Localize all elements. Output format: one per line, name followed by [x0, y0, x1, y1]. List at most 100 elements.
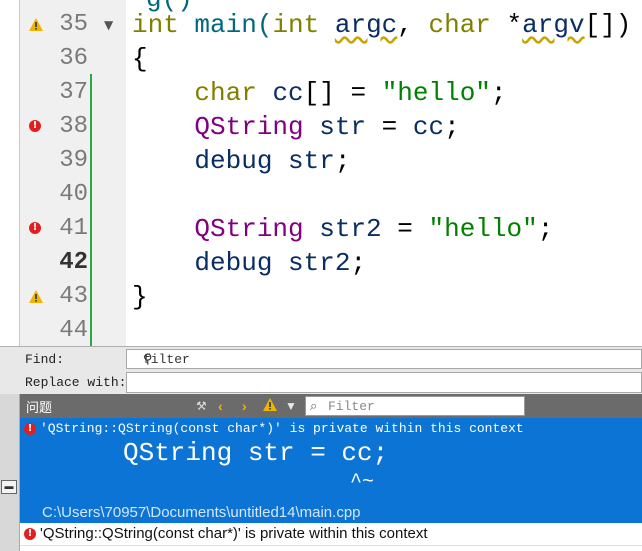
code-text[interactable]: QString str = cc;	[132, 110, 460, 144]
code-token: char	[428, 10, 491, 40]
code-text[interactable]: }	[132, 280, 148, 314]
code-text[interactable]: {	[132, 42, 148, 76]
search-icon: ⌕	[310, 398, 318, 413]
issues-pane-title: 问题	[26, 401, 53, 416]
issue-item[interactable]: ! 'QString::QString(const char*)' is pri…	[20, 523, 642, 546]
code-token: QString	[194, 214, 304, 244]
code-token: argv	[522, 10, 585, 40]
editor-left-strip	[0, 0, 20, 346]
find-input-value: filter	[143, 352, 190, 367]
code-text[interactable]: int main(int argc, char *argv[])	[132, 8, 631, 42]
find-input[interactable]: ⚲ filter	[126, 349, 642, 369]
code-editor[interactable]: g() 35▼int main(int argc, char *argv[])3…	[0, 0, 642, 346]
line-number: 43	[59, 283, 88, 310]
warning-filter-icon[interactable]	[263, 398, 277, 414]
issues-toolbar: 问题 ⚒ ‹ › ▼ ⌕ Filter	[20, 394, 642, 418]
build-icon[interactable]: ⚒	[196, 398, 207, 414]
code-token: {	[132, 44, 148, 74]
replace-label: Replace with:	[25, 375, 127, 390]
code-token: cc	[412, 112, 445, 142]
code-line[interactable]: 35 ▼ int main(int argc, char *argv[])	[20, 8, 642, 42]
code-line[interactable]: 40	[20, 178, 642, 212]
line-number: 37	[59, 79, 88, 106]
code-token: [] =	[303, 78, 382, 108]
code-token: "hello"	[428, 214, 538, 244]
prev-icon[interactable]: ‹	[218, 398, 223, 414]
next-icon[interactable]: ›	[242, 398, 247, 414]
code-token: ,	[397, 10, 429, 40]
fold-arrow-icon[interactable]: ▼	[104, 8, 113, 42]
code-text[interactable]: debug str2;	[132, 246, 366, 280]
replace-input[interactable]	[126, 372, 642, 393]
code-token: =	[366, 112, 413, 142]
code-text[interactable]: QString str2 = "hello";	[132, 212, 553, 246]
code-token: int	[132, 10, 179, 40]
line-number: 36	[59, 45, 88, 72]
code-token: }	[132, 282, 148, 312]
issues-filter-placeholder: Filter	[328, 399, 375, 414]
code-token: str	[288, 146, 335, 176]
code-token: ;	[444, 112, 460, 142]
code-line[interactable]: ! 38 QString str = cc;	[20, 110, 642, 144]
line-number: 38	[59, 113, 88, 140]
collapse-panel-icon[interactable]: ▬	[1, 480, 17, 494]
code-line[interactable]: 43}	[20, 280, 642, 314]
code-token: str2	[288, 248, 351, 278]
line-number: 41	[59, 215, 88, 242]
find-label: Find:	[25, 352, 65, 367]
code-token: str2	[319, 214, 382, 244]
code-token: =	[381, 214, 429, 244]
error-icon: !	[24, 528, 36, 540]
code-line[interactable]: 39 debug str;	[20, 144, 642, 178]
funnel-icon[interactable]: ▼	[285, 398, 297, 414]
code-token: QString	[194, 112, 304, 142]
issue-file-path[interactable]: C:\Users\70957\Documents\untitled14\main…	[42, 504, 361, 521]
issue-message: 'QString::QString(const char*)' is priva…	[40, 525, 428, 542]
code-line[interactable]: ! 41 QString str2 = "hello";	[20, 212, 642, 246]
line-number: 44	[59, 317, 88, 344]
issue-caret: ^~	[350, 471, 375, 494]
line-number: 39	[59, 147, 88, 174]
line-number: 35	[59, 11, 88, 38]
issue-message: 'QString::QString(const char*)' is priva…	[40, 421, 524, 436]
code-token: ;	[350, 248, 367, 278]
code-text[interactable]: debug str;	[132, 144, 350, 178]
code-token: ;	[334, 146, 351, 176]
code-token: [])	[584, 10, 632, 40]
code-token: argc	[334, 10, 398, 40]
line-number: 40	[59, 181, 88, 208]
code-line[interactable]: 42 debug str2;	[20, 246, 642, 280]
code-text[interactable]: char cc[] = "hello";	[132, 76, 507, 110]
output-pane-left-strip	[0, 394, 20, 551]
code-token: main(	[178, 10, 273, 40]
code-line[interactable]: 36 {	[20, 42, 642, 76]
code-token: debug	[194, 146, 273, 176]
issue-item-selected[interactable]: ! 'QString::QString(const char*)' is pri…	[20, 418, 642, 523]
code-token: ;	[537, 214, 554, 244]
line-number: 42	[59, 249, 88, 276]
code-token: char	[194, 78, 257, 108]
code-token: str	[319, 112, 367, 142]
code-token: ;	[490, 78, 507, 108]
code-token: "hello"	[381, 78, 491, 108]
issue-code-snippet: QString str = cc;	[123, 438, 389, 468]
code-token: *	[490, 10, 523, 40]
error-icon: !	[24, 423, 36, 435]
code-line[interactable]: 44	[20, 314, 642, 346]
code-token: int	[272, 10, 320, 40]
issues-filter-input[interactable]: ⌕ Filter	[305, 396, 525, 416]
code-token: debug	[194, 248, 273, 278]
code-line[interactable]: 37 char cc[] = "hello";	[20, 76, 642, 110]
code-token: cc	[272, 78, 304, 108]
